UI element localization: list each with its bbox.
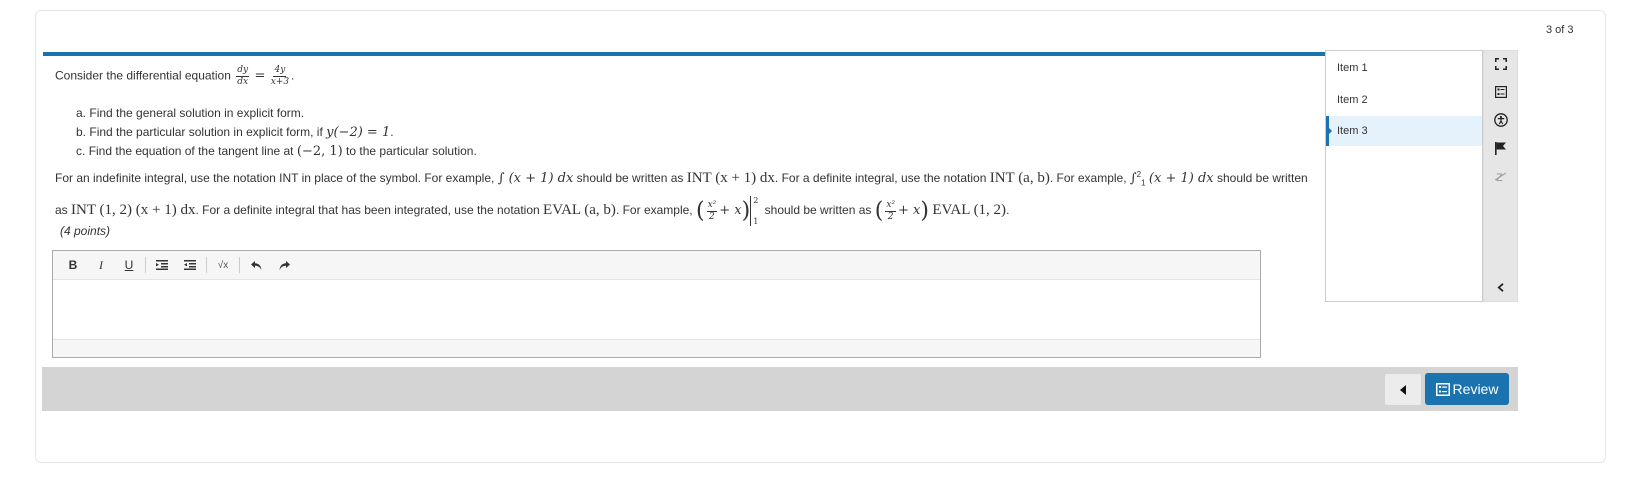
accessibility-button[interactable] bbox=[1484, 109, 1517, 131]
evaluation-bar: 21 bbox=[750, 196, 758, 226]
italic-button[interactable]: I bbox=[87, 254, 115, 276]
toolbar-divider bbox=[145, 257, 146, 273]
flag-icon bbox=[1494, 141, 1506, 155]
collapse-panel-button[interactable] bbox=[1484, 276, 1517, 298]
editor-status-bar bbox=[53, 339, 1260, 357]
undo-icon bbox=[250, 260, 261, 270]
navigation-footer bbox=[42, 367, 1518, 411]
part-c: c. Find the equation of the tangent line… bbox=[76, 144, 477, 159]
notation-instructions-line2: as INT (1, 2) (x + 1) dx. For a definite… bbox=[55, 196, 1010, 226]
strikethrough-icon: Z bbox=[1495, 172, 1506, 182]
part-a: a. Find the general solution in explicit… bbox=[76, 106, 305, 120]
rhs-fraction: 4y x+3 bbox=[270, 65, 290, 87]
answer-editor: B I U √x bbox=[52, 250, 1261, 358]
tools-rail: Z bbox=[1483, 50, 1518, 302]
bold-button[interactable]: B bbox=[59, 254, 87, 276]
answer-text-area[interactable] bbox=[53, 280, 1260, 339]
nav-item-1[interactable]: Item 1 bbox=[1326, 53, 1482, 83]
nav-item-3[interactable]: Item 3 bbox=[1326, 116, 1482, 146]
question-intro: Consider the differential equation dy dx … bbox=[55, 65, 295, 87]
item-list-icon bbox=[1494, 86, 1507, 98]
notation-instructions-line1: For an indefinite integral, use the nota… bbox=[55, 170, 1308, 188]
item-list-button[interactable] bbox=[1484, 81, 1517, 103]
outdent-button[interactable] bbox=[176, 254, 204, 276]
indent-icon bbox=[156, 260, 168, 270]
progress-accent-bar bbox=[43, 52, 1380, 56]
question-parts: a. Find the general solution in explicit… bbox=[76, 104, 477, 161]
math-equation-button[interactable]: √x bbox=[209, 254, 237, 276]
caret-left-icon bbox=[1400, 384, 1406, 395]
accessibility-icon bbox=[1493, 113, 1508, 127]
redo-button[interactable] bbox=[270, 254, 298, 276]
redo-icon bbox=[279, 260, 290, 270]
fullscreen-icon bbox=[1494, 58, 1507, 70]
review-list-icon bbox=[1435, 382, 1450, 396]
chevron-left-icon bbox=[1497, 282, 1504, 292]
fullscreen-button[interactable] bbox=[1484, 53, 1517, 75]
undo-button[interactable] bbox=[242, 254, 270, 276]
lhs-fraction: dy dx bbox=[236, 65, 250, 87]
toolbar-divider bbox=[239, 257, 240, 273]
question-counter: 3 of 3 bbox=[1546, 24, 1574, 36]
previous-button[interactable] bbox=[1385, 374, 1421, 405]
strikethrough-tool-button[interactable]: Z bbox=[1484, 165, 1517, 187]
points-label: (4 points) bbox=[60, 224, 111, 238]
toolbar-divider bbox=[206, 257, 207, 273]
outdent-icon bbox=[184, 260, 196, 270]
nav-item-2[interactable]: Item 2 bbox=[1326, 85, 1482, 115]
editor-toolbar: B I U √x bbox=[53, 251, 1260, 280]
underline-button[interactable]: U bbox=[115, 254, 143, 276]
flag-button[interactable] bbox=[1484, 137, 1517, 159]
indent-button[interactable] bbox=[148, 254, 176, 276]
part-b: b. Find the particular solution in expli… bbox=[76, 125, 394, 140]
item-navigator: Item 1 Item 2 Item 3 bbox=[1325, 50, 1483, 302]
review-button[interactable]: Review bbox=[1425, 373, 1509, 405]
